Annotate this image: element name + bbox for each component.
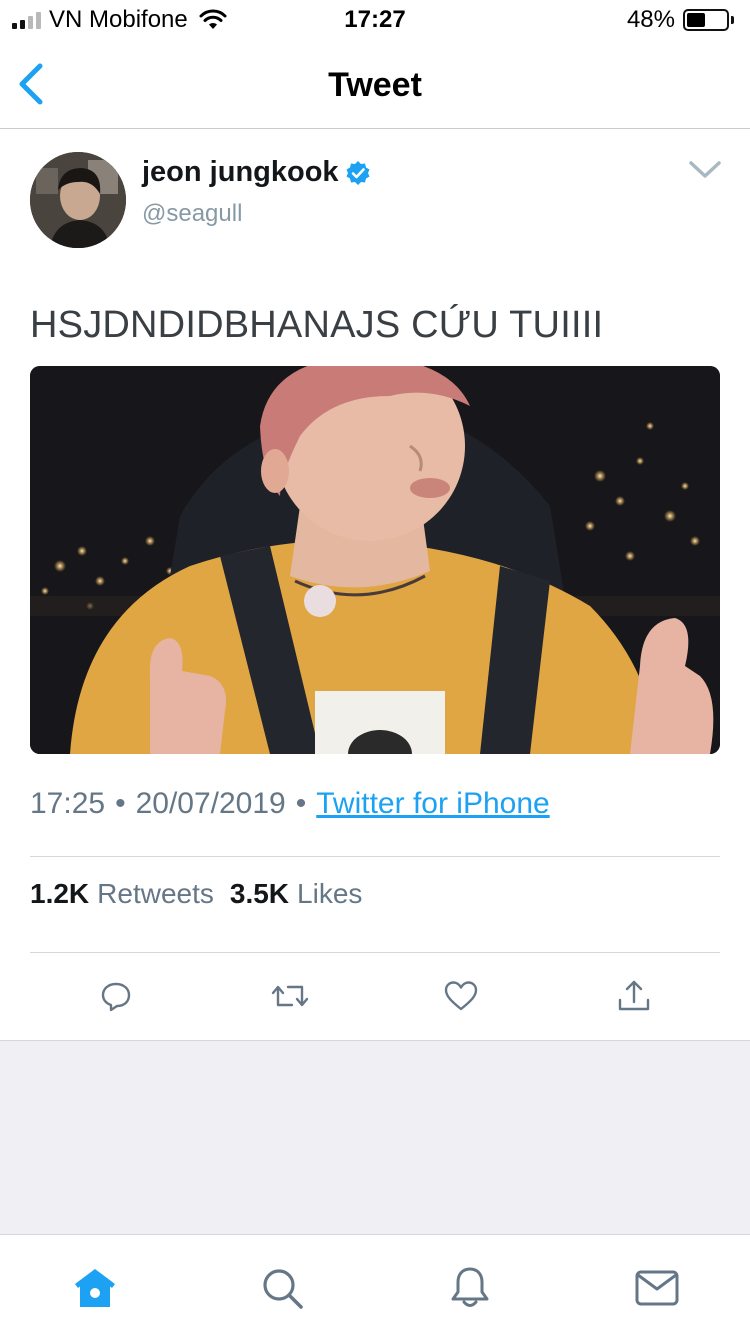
tweet-media-image[interactable]: [30, 366, 720, 754]
retweets-label[interactable]: Retweets: [97, 878, 214, 910]
verified-badge-icon: [346, 160, 370, 185]
battery-icon: [683, 9, 729, 31]
tab-messages[interactable]: [632, 1263, 682, 1313]
divider: [30, 856, 720, 857]
tab-search[interactable]: [257, 1263, 307, 1313]
tweet-time: 17:25: [30, 787, 106, 820]
notifications-icon: [451, 1267, 489, 1307]
search-icon: [263, 1269, 303, 1309]
empty-replies-area: [0, 1040, 750, 1234]
divider: [30, 952, 720, 953]
navigation-bar: Tweet: [0, 40, 750, 129]
tab-home[interactable]: [70, 1263, 120, 1313]
likes-label[interactable]: Likes: [297, 878, 362, 910]
display-name[interactable]: jeon jungkook: [142, 156, 339, 189]
home-icon: [75, 1269, 115, 1307]
retweet-icon: [271, 985, 309, 1007]
status-bar: VN Mobifone 17:27 48%: [0, 0, 750, 40]
share-icon: [618, 980, 650, 1011]
tweet-text: HSJDNDIDBHANAJS CỨU TUIIII: [30, 304, 604, 346]
battery-tip: [731, 16, 734, 24]
meta-separator: •: [115, 787, 126, 820]
tweet-meta: 17:25 • 20/07/2019 • Twitter for iPhone: [30, 787, 550, 821]
likes-count[interactable]: 3.5K: [230, 878, 289, 910]
avatar[interactable]: [30, 152, 126, 248]
tweet-actions: [0, 970, 750, 1022]
tab-notifications[interactable]: [445, 1263, 495, 1313]
user-handle[interactable]: @seagull: [142, 200, 242, 228]
author-name-row: jeon jungkook: [142, 156, 371, 189]
status-right: 48%: [627, 6, 734, 34]
tweet-date: 20/07/2019: [135, 787, 286, 820]
messages-icon: [635, 1270, 679, 1306]
retweet-button[interactable]: [268, 970, 312, 1022]
reply-button[interactable]: [94, 970, 138, 1022]
tweet-stats: 1.2K Retweets 3.5K Likes: [30, 878, 378, 910]
like-button[interactable]: [439, 970, 483, 1022]
meta-separator: •: [295, 787, 307, 820]
like-icon: [444, 981, 478, 1011]
chevron-down-icon[interactable]: [688, 160, 722, 180]
battery-percent: 48%: [626, 6, 675, 33]
retweets-count[interactable]: 1.2K: [30, 878, 89, 910]
tweet-source-link[interactable]: Twitter for iPhone: [316, 787, 549, 821]
share-button[interactable]: [612, 970, 656, 1022]
page-title: Tweet: [328, 66, 422, 104]
tab-bar: [0, 1234, 750, 1334]
reply-icon: [101, 982, 131, 1012]
